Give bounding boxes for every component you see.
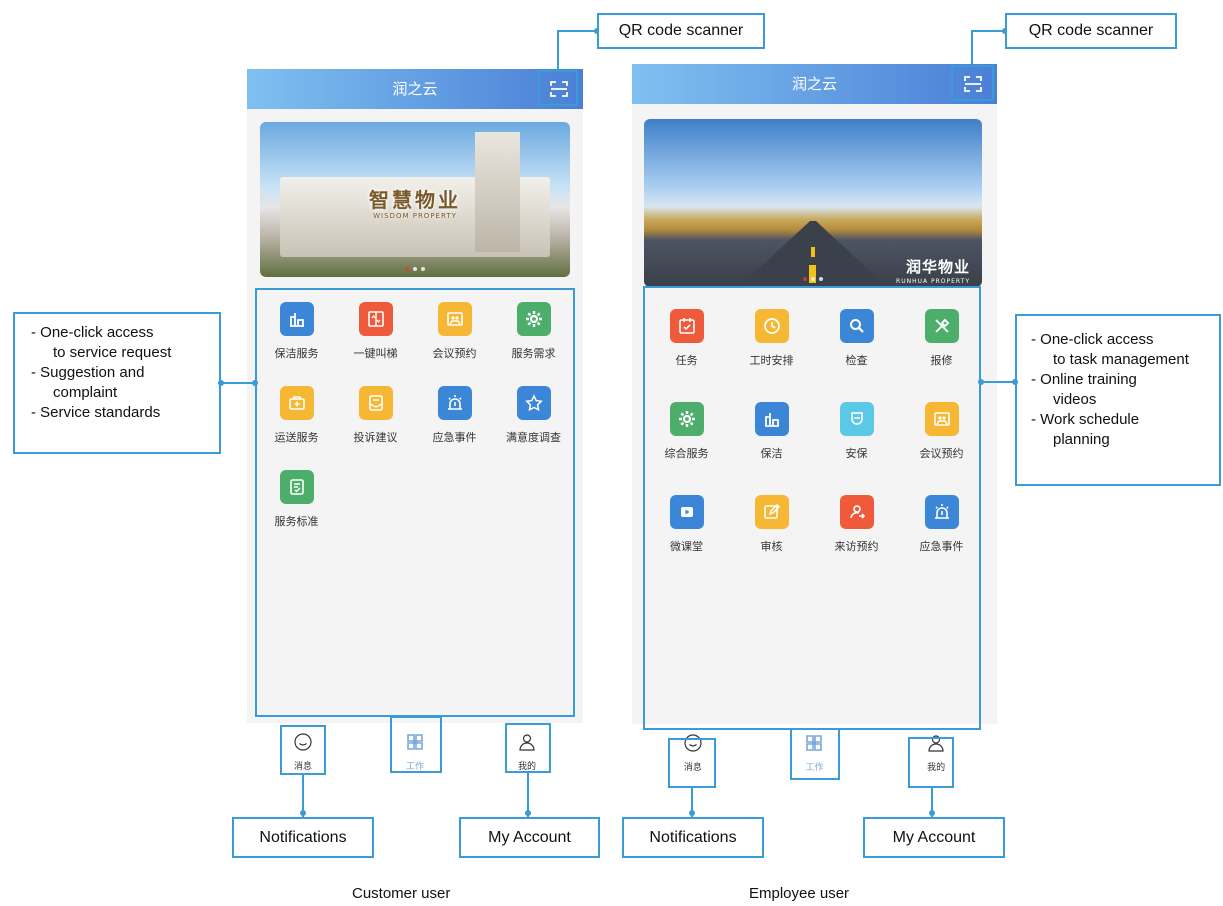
customer-work-tab-highlight xyxy=(390,716,442,773)
employee-scanner-highlight xyxy=(951,65,994,101)
feature-line: - Work schedule xyxy=(1031,411,1140,428)
qr-scanner-callout: QR code scanner xyxy=(1005,13,1177,49)
customer-notifications-highlight xyxy=(280,725,326,775)
feature-line: complaint xyxy=(53,384,118,401)
feature-line: planning xyxy=(1053,431,1110,448)
app-header: 润之云 xyxy=(632,64,997,104)
employee-account-highlight xyxy=(908,737,954,788)
lane-marking xyxy=(811,247,815,257)
banner-title: 智慧物业 xyxy=(369,188,461,212)
qr-scanner-callout: QR code scanner xyxy=(597,13,765,49)
connector-line xyxy=(221,382,255,384)
carousel-dots xyxy=(803,277,823,281)
app-header: 润之云 xyxy=(247,69,583,109)
connector-dot xyxy=(525,810,531,816)
connector-line xyxy=(981,381,1015,383)
connector-dot xyxy=(252,380,258,386)
feature-line: - Online training xyxy=(1031,371,1137,388)
banner-carousel[interactable]: 智慧物业 WISDOM PROPERTY xyxy=(260,122,570,277)
employee-caption: Employee user xyxy=(749,885,850,902)
employee-features-callout: - One-click access to task management - On… xyxy=(1015,314,1221,486)
qr-scanner-callout-text: QR code scanner xyxy=(618,22,744,39)
connector-dot xyxy=(300,810,306,816)
connector-dot xyxy=(689,810,695,816)
my-account-callout-text: My Account xyxy=(892,829,976,846)
app-title: 润之云 xyxy=(392,80,438,98)
carousel-dots xyxy=(405,267,425,271)
notifications-callout-text: Notifications xyxy=(649,829,737,846)
connector-dot xyxy=(929,810,935,816)
employee-notifications-highlight xyxy=(668,738,716,788)
banner-carousel[interactable]: 润华物业 RUNHUA PROPERTY xyxy=(644,119,982,287)
brand-logo-text: 润华物业 xyxy=(905,258,970,276)
connector-line xyxy=(557,30,559,70)
feature-line: - One-click access xyxy=(1031,331,1154,348)
customer-account-highlight xyxy=(505,723,551,773)
banner-subtitle: WISDOM PROPERTY xyxy=(373,212,457,220)
feature-line: - One-click access xyxy=(31,324,154,341)
connector-line xyxy=(557,30,597,32)
connector-dot xyxy=(1012,379,1018,385)
my-account-callout: My Account xyxy=(863,817,1005,858)
connector-dot xyxy=(218,380,224,386)
my-account-callout: My Account xyxy=(459,817,600,858)
feature-line: - Service standards xyxy=(31,404,161,421)
customer-scanner-highlight xyxy=(538,70,578,106)
employee-grid-highlight xyxy=(643,286,981,730)
brand-logo-subtitle: RUNHUA PROPERTY xyxy=(896,278,970,285)
employee-work-tab-highlight xyxy=(790,728,840,780)
feature-line: to service request xyxy=(53,344,172,361)
notifications-callout-text: Notifications xyxy=(259,829,347,846)
qr-scanner-callout-text: QR code scanner xyxy=(1028,22,1154,39)
feature-line: videos xyxy=(1053,391,1097,408)
app-title: 润之云 xyxy=(791,75,837,93)
connector-dot xyxy=(978,379,984,385)
connector-line xyxy=(971,30,973,65)
customer-grid-highlight xyxy=(255,288,575,717)
connector-line xyxy=(971,30,1005,32)
notifications-callout: Notifications xyxy=(622,817,764,858)
feature-line: to task management xyxy=(1053,351,1189,368)
customer-features-callout: - One-click access to service request - Su… xyxy=(13,312,221,454)
notifications-callout: Notifications xyxy=(232,817,374,858)
feature-line: - Suggestion and xyxy=(31,364,145,381)
my-account-callout-text: My Account xyxy=(488,829,571,846)
customer-caption: Customer user xyxy=(352,885,451,902)
